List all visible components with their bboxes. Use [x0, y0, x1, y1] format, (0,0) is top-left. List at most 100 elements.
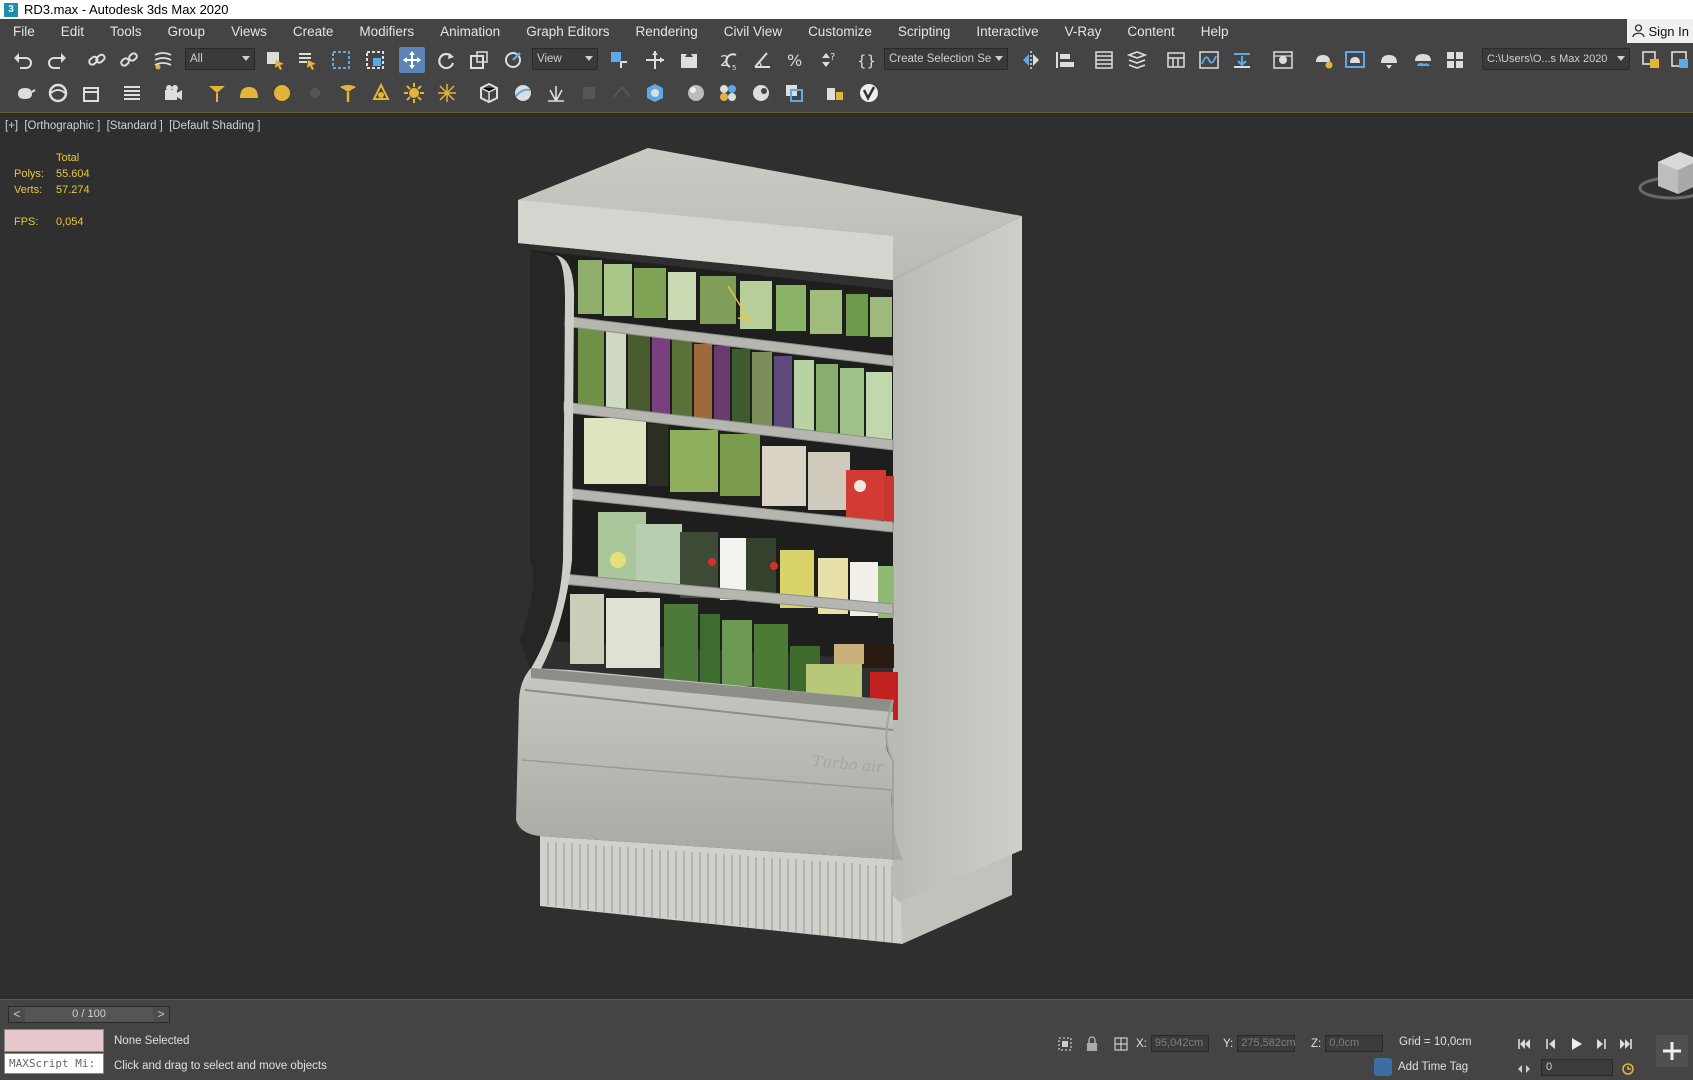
workspace-icon[interactable] [1638, 47, 1664, 73]
vray-sphere-fade-icon[interactable] [510, 80, 536, 106]
rectangular-selection-icon[interactable] [328, 47, 354, 73]
viewcube-icon[interactable] [1638, 152, 1693, 200]
render-grid-icon[interactable] [1442, 47, 1468, 73]
camera-icon[interactable] [160, 80, 186, 106]
link-icon[interactable] [84, 47, 110, 73]
maxscript-listener-output[interactable] [4, 1029, 104, 1052]
menu-civil-view[interactable]: Civil View [711, 24, 795, 39]
workspace-layout-icon[interactable] [1667, 47, 1693, 73]
menu-file[interactable]: File [0, 24, 48, 39]
maxscript-mini-listener-input[interactable]: MAXScript Mi: [4, 1053, 104, 1074]
select-and-move-icon[interactable] [399, 47, 425, 73]
vray-plane-disabled-icon[interactable] [609, 80, 635, 106]
layer-explorer-icon[interactable] [1124, 47, 1150, 73]
vray-fur-icon[interactable] [543, 80, 569, 106]
key-mode-toggle-icon[interactable] [1514, 1060, 1534, 1078]
pivot-center-icon[interactable] [606, 47, 632, 73]
sign-in-button[interactable]: Sign In [1626, 19, 1693, 43]
snaps-toggle-icon[interactable]: 25 [716, 47, 742, 73]
bind-space-warp-icon[interactable] [150, 47, 176, 73]
vray-multi-material-icon[interactable] [715, 80, 741, 106]
spinner-snap-icon[interactable]: ? [815, 47, 841, 73]
menu-graph-editors[interactable]: Graph Editors [513, 24, 622, 39]
vray-ies-light-icon[interactable] [368, 80, 394, 106]
menu-views[interactable]: Views [218, 24, 280, 39]
reference-coordinate-dropdown[interactable]: View [532, 48, 598, 70]
vray-disabled-icon[interactable] [576, 80, 602, 106]
vray-logo-icon[interactable] [856, 80, 882, 106]
menu-content[interactable]: Content [1114, 24, 1187, 39]
align-icon[interactable] [1052, 47, 1078, 73]
vray-blend-material-icon[interactable] [748, 80, 774, 106]
menu-rendering[interactable]: Rendering [623, 24, 711, 39]
time-slider-control[interactable]: < 0 / 100 > [8, 1006, 170, 1023]
render-production-icon[interactable] [1376, 47, 1402, 73]
select-object-icon[interactable] [262, 47, 288, 73]
render-setup-icon[interactable] [1310, 47, 1336, 73]
time-slider-next-button[interactable]: > [153, 1007, 169, 1022]
time-slider-frame-indicator[interactable]: 0 / 100 [25, 1007, 153, 1022]
list-icon[interactable] [119, 80, 145, 106]
edit-named-selection-icon[interactable]: {} [852, 47, 878, 73]
unlink-icon[interactable] [116, 47, 142, 73]
skylight-icon[interactable] [236, 80, 262, 106]
vray-proxy-icon[interactable] [476, 80, 502, 106]
manipulate-icon[interactable] [642, 47, 668, 73]
undo-icon[interactable] [10, 47, 36, 73]
menu-edit[interactable]: Edit [48, 24, 97, 39]
viewport-navigation-plus-icon[interactable] [1656, 1035, 1688, 1067]
perspective-viewport[interactable]: [+] [Orthographic ] [Standard ] [Default… [0, 114, 1693, 999]
next-frame-icon[interactable] [1590, 1035, 1610, 1053]
menu-group[interactable]: Group [155, 24, 219, 39]
go-to-end-icon[interactable] [1616, 1035, 1636, 1053]
vray-light-icon[interactable] [335, 80, 361, 106]
add-time-tag-button[interactable]: Add Time Tag [1374, 1058, 1468, 1076]
vray-material-sphere-icon[interactable] [683, 80, 709, 106]
time-slider-prev-button[interactable]: < [9, 1007, 25, 1022]
named-selection-dropdown[interactable]: Create Selection Se [884, 48, 1008, 70]
vray-sun-icon[interactable] [401, 80, 427, 106]
menu-animation[interactable]: Animation [427, 24, 513, 39]
vray-lister-icon[interactable] [822, 80, 848, 106]
project-folder-dropdown[interactable]: C:\Users\O...s Max 2020 [1482, 48, 1630, 70]
rendered-frame-window-icon[interactable] [1342, 47, 1368, 73]
select-and-place-icon[interactable] [500, 47, 526, 73]
teapot-icon[interactable] [12, 80, 38, 106]
percent-snap-icon[interactable]: % [782, 47, 808, 73]
vray-frame-buffer-icon[interactable] [642, 80, 668, 106]
time-configuration-icon[interactable] [1618, 1060, 1638, 1078]
menu-customize[interactable]: Customize [795, 24, 885, 39]
select-by-name-icon[interactable] [294, 47, 320, 73]
menu-help[interactable]: Help [1188, 24, 1242, 39]
isolate-selection-icon[interactable] [1055, 1035, 1075, 1053]
light-disabled-icon[interactable] [302, 80, 328, 106]
sphere-icon[interactable] [45, 80, 71, 106]
menu-interactive[interactable]: Interactive [963, 24, 1051, 39]
material-editor-icon[interactable] [1270, 47, 1296, 73]
vray-ambient-light-icon[interactable] [434, 80, 460, 106]
render-in-cloud-icon[interactable] [1410, 47, 1436, 73]
select-and-scale-icon[interactable] [466, 47, 492, 73]
menu-create[interactable]: Create [280, 24, 347, 39]
refrigerated-display-case-model[interactable]: Turbo air [516, 148, 1022, 944]
current-frame-field[interactable]: 0 [1541, 1059, 1613, 1076]
menu-scripting[interactable]: Scripting [885, 24, 964, 39]
go-to-start-icon[interactable] [1514, 1035, 1534, 1053]
menu-modifiers[interactable]: Modifiers [346, 24, 427, 39]
mirror-icon[interactable] [1018, 47, 1044, 73]
selection-lock-icon[interactable] [1082, 1035, 1102, 1053]
window-crossing-icon[interactable] [362, 47, 388, 73]
menu-tools[interactable]: Tools [97, 24, 155, 39]
keyboard-shortcut-override-icon[interactable] [676, 47, 702, 73]
schematic-view-icon[interactable] [1229, 47, 1255, 73]
x-coordinate-field[interactable]: 95,042cm [1150, 1035, 1209, 1052]
z-coordinate-field[interactable]: 0,0cm [1325, 1035, 1384, 1052]
vray-override-material-icon[interactable] [781, 80, 807, 106]
play-animation-icon[interactable] [1566, 1035, 1586, 1053]
absolute-mode-transform-icon[interactable] [1111, 1035, 1131, 1053]
toggle-ribbon-icon[interactable] [1163, 47, 1189, 73]
scene-explorer-icon[interactable] [1091, 47, 1117, 73]
angle-snap-icon[interactable] [749, 47, 775, 73]
previous-frame-icon[interactable] [1542, 1035, 1562, 1053]
y-coordinate-field[interactable]: 275,582cm [1237, 1035, 1296, 1052]
